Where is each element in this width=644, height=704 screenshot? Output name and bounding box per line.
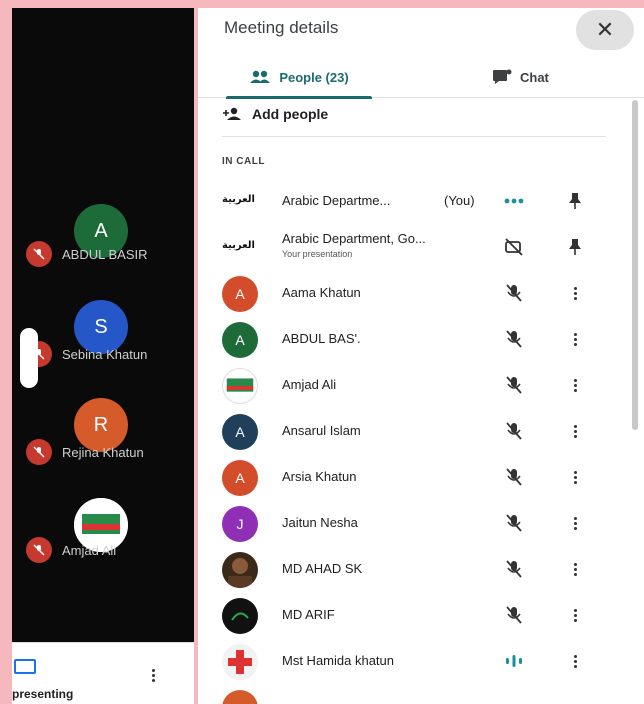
mic-off-icon	[503, 328, 525, 350]
avatar: S	[74, 300, 128, 354]
tile-name: Amjad Ali	[62, 543, 117, 558]
more-options-icon[interactable]	[564, 328, 586, 350]
divider	[222, 136, 606, 137]
avatar: A	[222, 460, 258, 496]
participant-row[interactable]: MD ARIF	[198, 592, 638, 638]
avatar: J	[222, 506, 258, 542]
participant-row[interactable]: Mst Hamida khatun	[198, 638, 638, 684]
participant-row[interactable]: العربية Arabic Departme... (You)	[198, 178, 638, 224]
participant-row[interactable]: A ABDUL BAS'.	[198, 316, 638, 362]
participant-row[interactable]: A Ansarul Islam	[198, 408, 638, 454]
present-screen-icon[interactable]	[14, 659, 36, 674]
mic-off-icon	[503, 420, 525, 442]
participant-name: Jaitun Nesha	[282, 515, 358, 530]
avatar: A	[222, 276, 258, 312]
avatar: A	[222, 322, 258, 358]
tab-people-label: People (23)	[279, 69, 349, 85]
close-button[interactable]: ✕	[576, 10, 634, 50]
mic-off-icon	[503, 512, 525, 534]
participant-row[interactable]: العربية Arabic Department, Go... Your pr…	[198, 224, 638, 270]
speaking-icon	[503, 650, 525, 672]
add-people-label: Add people	[252, 106, 329, 122]
mic-off-icon	[26, 537, 52, 563]
department-logo: العربية	[222, 240, 255, 251]
chat-icon	[493, 69, 512, 84]
bottom-bar: presenting	[12, 642, 194, 704]
participant-name: MD AHAD SK	[282, 561, 363, 576]
presenting-label: presenting	[12, 687, 74, 701]
more-options-icon[interactable]	[564, 512, 586, 534]
more-options-icon[interactable]	[564, 374, 586, 396]
tile-name: Sebina Khatun	[62, 347, 148, 362]
avatar: A	[222, 414, 258, 450]
tab-people[interactable]: People (23)	[226, 56, 372, 99]
participant-name: Arsia Khatun	[282, 469, 357, 484]
mic-off-icon	[26, 241, 52, 267]
participant-tile[interactable]: Amjad Ali	[12, 490, 194, 580]
participant-row[interactable]: A Arsia Khatun	[198, 454, 638, 500]
add-people-button[interactable]: Add people	[222, 106, 328, 122]
meeting-details-panel: Meeting details ✕ People (23) Chat Add p…	[198, 8, 644, 704]
mic-off-icon	[503, 466, 525, 488]
mic-off-icon	[503, 558, 525, 580]
participant-subtitle: Your presentation	[282, 249, 353, 259]
participant-name: MD ARIF	[282, 607, 335, 622]
participant-name: Arabic Departme...	[282, 193, 391, 208]
video-strip: A ABDUL BASIR S Sebina Khatun R Rejina K…	[12, 8, 194, 704]
participant-row[interactable]: MD AHAD SK	[198, 546, 638, 592]
participant-name: Ansarul Islam	[282, 423, 361, 438]
participant-tile[interactable]: S Sebina Khatun	[12, 294, 194, 384]
tile-name: Rejina Khatun	[62, 445, 144, 460]
more-options-icon[interactable]	[564, 650, 586, 672]
participant-row[interactable]: Amjad Ali	[198, 362, 638, 408]
presentation-off-icon[interactable]	[503, 236, 525, 258]
close-icon: ✕	[595, 17, 615, 42]
more-options-icon[interactable]	[564, 420, 586, 442]
panel-title: Meeting details	[224, 18, 339, 37]
participant-name: Aama Khatun	[282, 285, 361, 300]
participant-tile[interactable]: R Rejina Khatun	[12, 392, 194, 482]
participant-name: Arabic Department, Go...	[282, 231, 426, 246]
participant-name: Amjad Ali	[282, 377, 337, 392]
participant-row[interactable]: J Jaitun Nesha	[198, 500, 638, 546]
people-icon	[250, 70, 271, 83]
avatar-image	[222, 552, 258, 588]
department-logo: العربية	[222, 194, 255, 205]
you-label: (You)	[444, 193, 475, 208]
more-options-icon[interactable]	[152, 669, 155, 682]
participant-row[interactable]: A Aama Khatun	[198, 270, 638, 316]
avatar	[222, 690, 258, 704]
section-in-call: IN CALL	[222, 156, 265, 167]
avatar-image	[222, 368, 258, 404]
participant-tile[interactable]: A ABDUL BASIR	[12, 194, 194, 284]
participant-name: ABDUL BAS'.	[282, 331, 361, 346]
tab-chat-label: Chat	[520, 69, 549, 85]
more-options-icon[interactable]	[564, 558, 586, 580]
add-person-icon	[223, 107, 241, 120]
avatar-image	[222, 598, 258, 634]
mic-off-icon	[503, 282, 525, 304]
speaking-dots-icon	[503, 190, 525, 212]
participant-row[interactable]	[198, 684, 638, 704]
tab-chat[interactable]: Chat	[492, 56, 582, 98]
participant-name: Mst Hamida khatun	[282, 653, 394, 668]
more-options-icon[interactable]	[564, 604, 586, 626]
mic-off-icon	[503, 374, 525, 396]
avatar-image	[222, 644, 258, 680]
tab-bar: People (23) Chat	[198, 56, 644, 99]
mic-off-icon	[503, 604, 525, 626]
avatar: R	[74, 398, 128, 452]
mic-off-icon	[26, 439, 52, 465]
pin-icon[interactable]	[564, 190, 586, 212]
tile-name: ABDUL BASIR	[62, 247, 148, 262]
more-options-icon[interactable]	[564, 282, 586, 304]
pin-icon[interactable]	[564, 236, 586, 258]
more-options-icon[interactable]	[564, 466, 586, 488]
drag-handle[interactable]	[20, 328, 38, 388]
